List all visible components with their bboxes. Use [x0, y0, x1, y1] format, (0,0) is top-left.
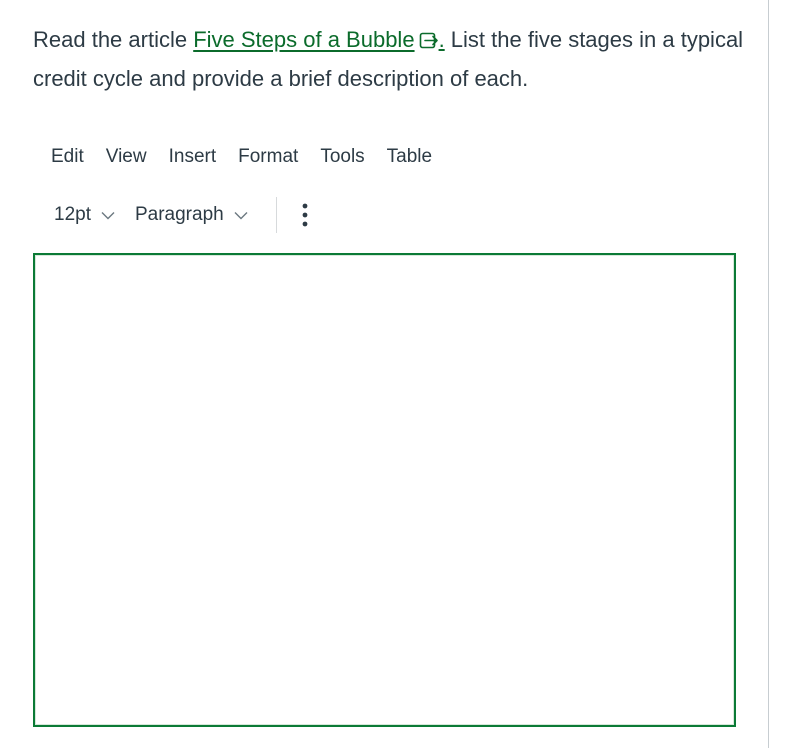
external-link-icon[interactable] [419, 25, 439, 61]
question-text: Read the article Five Steps of a Bubble.… [33, 22, 748, 97]
menu-format[interactable]: Format [227, 142, 309, 172]
chevron-down-icon[interactable] [101, 204, 115, 226]
question-prefix: Read the article [33, 27, 194, 52]
font-size-value[interactable]: 12pt [54, 204, 91, 226]
menu-view[interactable]: View [95, 142, 158, 172]
menu-insert[interactable]: Insert [158, 142, 228, 172]
question-page: Read the article Five Steps of a Bubble.… [0, 0, 807, 748]
menu-table[interactable]: Table [376, 142, 443, 172]
article-link[interactable]: Five Steps of a Bubble [193, 27, 438, 52]
menu-edit[interactable]: Edit [40, 142, 95, 172]
content-border [768, 0, 769, 748]
toolbar-divider [275, 197, 277, 233]
font-size-select[interactable]: 12pt [44, 200, 125, 230]
more-vertical-icon[interactable] [293, 197, 317, 233]
menu-tools[interactable]: Tools [309, 142, 375, 172]
article-link-text[interactable]: Five Steps of a Bubble [193, 27, 414, 52]
chevron-down-icon[interactable] [234, 204, 248, 226]
editor-menubar: Edit View Insert Format Tools Table [40, 142, 443, 172]
rich-text-editor[interactable] [33, 253, 736, 727]
block-format-select[interactable]: Paragraph [125, 200, 258, 230]
editor-toolbar: 12pt Paragraph [44, 196, 317, 234]
block-format-value[interactable]: Paragraph [135, 204, 224, 226]
